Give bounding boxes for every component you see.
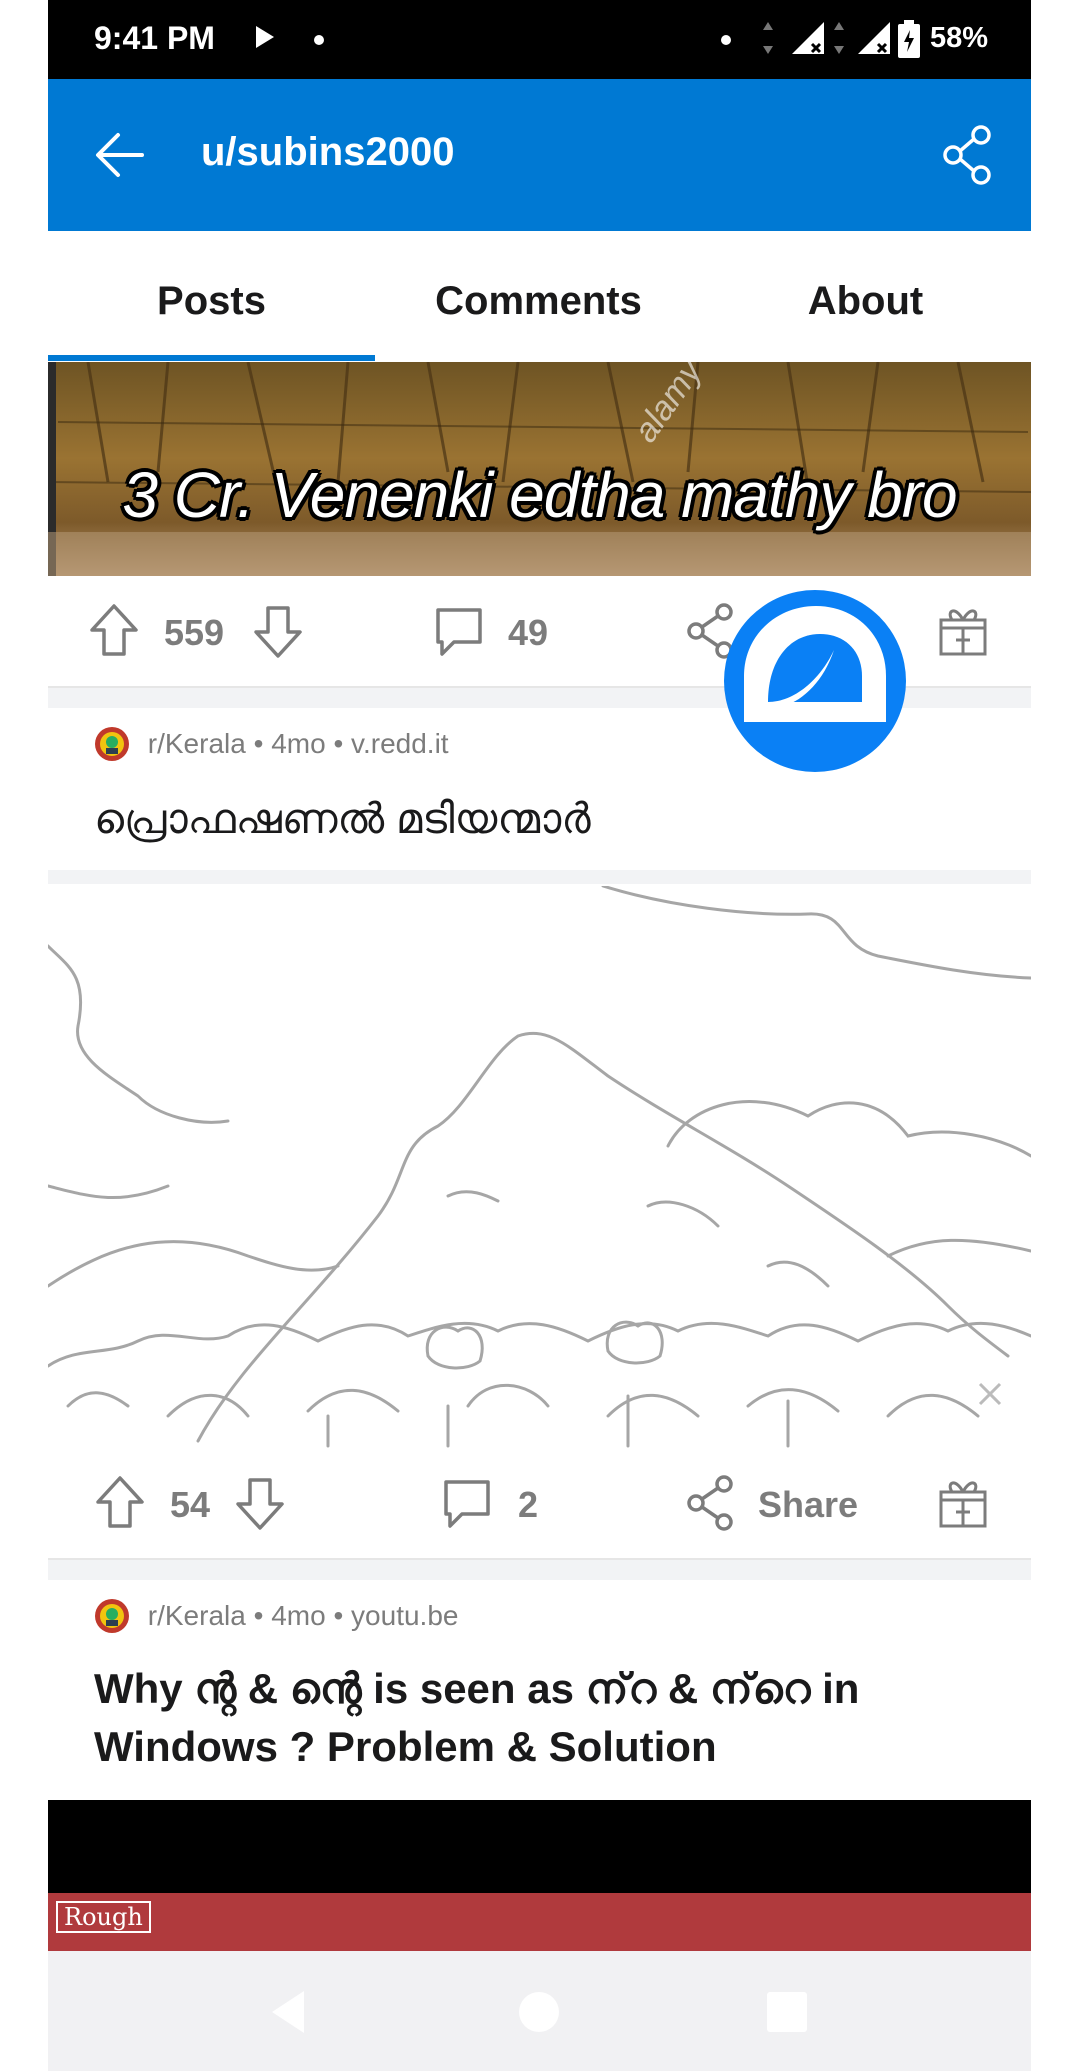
post-actions: 54 2 Share (48, 1448, 1031, 1558)
comment-icon[interactable] (432, 604, 486, 660)
app-frame: 9:41 PM 58% u/subins2000 Posts Comments … (48, 0, 1031, 2071)
post-title[interactable]: Why ന്റ & ന്റെ is seen as ന്‌റ & ന്‌റെ i… (94, 1660, 994, 1776)
play-icon (256, 26, 274, 48)
upvote-count: 559 (164, 612, 225, 653)
signal-icon (792, 22, 824, 54)
comment-icon[interactable] (440, 1476, 494, 1532)
post-meta: r/Kerala • 4mo • youtu.be (94, 1598, 458, 1634)
notification-dot-icon (721, 35, 731, 45)
profile-tabs: Posts Comments About (48, 231, 1031, 361)
upvote-icon[interactable] (88, 602, 140, 658)
nav-home-icon[interactable] (518, 1991, 560, 2033)
share-icon[interactable] (684, 1474, 736, 1532)
post-age: 4mo (271, 728, 326, 759)
data-arrows-icon (834, 22, 844, 54)
subreddit-name[interactable]: r/Kerala (148, 728, 246, 759)
close-icon[interactable] (976, 1380, 1004, 1408)
comment-count: 2 (518, 1484, 539, 1525)
status-bar: 9:41 PM 58% (48, 0, 1031, 79)
page-title: u/subins2000 (201, 130, 455, 174)
post-title-line: Why ന്റ & ന്റെ is seen as ന്‌റ & ന്‌റെ i… (94, 1665, 860, 1712)
upvote-count: 54 (170, 1484, 211, 1525)
thumbnail-text: Rough (56, 1901, 151, 1933)
status-time: 9:41 PM (94, 20, 215, 56)
battery-percent: 58% (930, 22, 989, 54)
notification-dot-icon (314, 35, 324, 45)
post-title[interactable]: പ്രൊഫഷണൽ മടിയന്മാർ (94, 790, 994, 848)
app-bar: u/subins2000 (48, 79, 1031, 231)
gift-award-icon[interactable] (936, 1474, 990, 1532)
tab-posts[interactable]: Posts (48, 279, 375, 324)
system-nav-bar (48, 1951, 1031, 2071)
data-arrows-icon (763, 22, 773, 54)
tab-selected-indicator (48, 355, 375, 361)
signal-icon (858, 22, 890, 54)
post-separator (48, 870, 1031, 884)
gift-award-icon[interactable] (936, 602, 990, 660)
floating-app-bubble[interactable] (724, 590, 906, 772)
subreddit-avatar-icon[interactable] (94, 726, 130, 762)
downvote-icon[interactable] (252, 604, 304, 660)
nav-back-icon[interactable] (268, 1989, 308, 2035)
mountain-sketch-image (48, 886, 1031, 1448)
tab-about[interactable]: About (702, 279, 1029, 324)
post-meta: r/Kerala • 4mo • v.redd.it (94, 726, 449, 762)
nav-recents-icon[interactable] (766, 1991, 808, 2033)
share-icon[interactable] (941, 125, 993, 185)
post-image[interactable]: alamy 3 Cr. Venenki edtha mathy bro (48, 362, 1031, 576)
comment-count: 49 (508, 612, 549, 653)
arrow-left-icon[interactable] (92, 127, 148, 183)
thumbnail-banner: Rough (48, 1893, 1031, 1951)
tab-comments[interactable]: Comments (375, 279, 702, 324)
post-separator (48, 1558, 1031, 1580)
downvote-icon[interactable] (234, 1476, 286, 1532)
post-video-thumbnail[interactable]: Rough (48, 1800, 1031, 1951)
battery-icon (898, 20, 920, 58)
post-age: 4mo (271, 1600, 326, 1631)
post-video-thumbnail[interactable] (48, 886, 1031, 1448)
subreddit-name[interactable]: r/Kerala (148, 1600, 246, 1631)
upvote-icon[interactable] (94, 1474, 146, 1530)
post-title-line: Windows ? Problem & Solution (94, 1723, 717, 1770)
image-caption: 3 Cr. Venenki edtha mathy bro (122, 459, 957, 531)
app-logo-icon (744, 606, 886, 722)
subreddit-avatar-icon[interactable] (94, 1598, 130, 1634)
post-domain[interactable]: youtu.be (351, 1600, 458, 1631)
share-label[interactable]: Share (758, 1484, 858, 1526)
post-domain[interactable]: v.redd.it (351, 728, 449, 759)
